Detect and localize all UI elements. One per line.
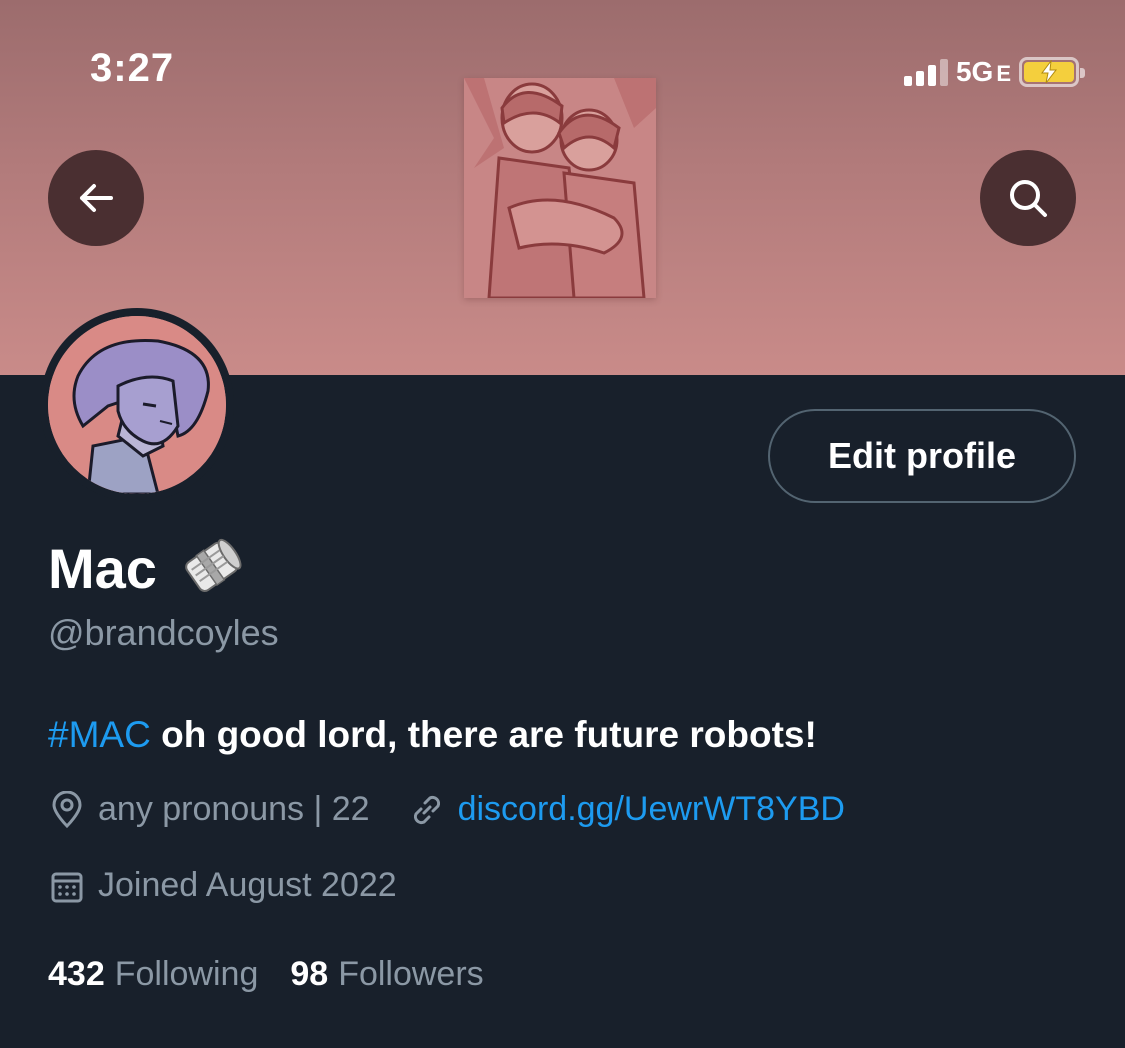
calendar-icon [51,872,83,902]
profile-handle: @brandcoyles [48,612,279,653]
cellular-signal-icon [903,58,948,86]
status-time: 3:27 [90,46,175,90]
website-link[interactable]: discord.gg/UewrWT8YBD [458,790,845,829]
bio-text: oh good lord, there are future robots! [150,714,817,755]
avatar[interactable] [40,308,234,502]
joined-text: Joined August 2022 [98,866,397,904]
display-name: Mac [48,536,157,600]
search-icon [1010,180,1047,217]
website-item[interactable]: discord.gg/UewrWT8YBD [408,790,845,829]
follow-stats: 432 Following 98 Followers [48,955,516,994]
edit-profile-button[interactable]: Edit profile [768,409,1076,503]
followers-count[interactable]: 98 [290,955,328,994]
arrow-left-icon [80,184,113,212]
status-indicators: 5G E [903,52,1085,92]
following-label[interactable]: Following [115,955,259,994]
profile-name-row: Mac [48,528,247,608]
banner-illustration-graphic [464,78,656,300]
bio-hashtag-link[interactable]: #MAC [48,714,151,755]
joined-item: Joined August 2022 [48,866,397,905]
banner-illustration [464,78,656,300]
followers-label[interactable]: Followers [338,955,483,994]
profile-bio: #MAC oh good lord, there are future robo… [48,714,817,756]
back-button[interactable] [48,150,144,246]
joined-row: Joined August 2022 [48,866,435,905]
network-type: 5G E [955,56,1011,87]
avatar-image [48,316,226,494]
location-text: any pronouns | 22 [98,790,370,828]
location-item: any pronouns | 22 [48,790,370,829]
following-count[interactable]: 432 [48,955,105,994]
rolled-newspaper-icon [175,532,247,605]
location-pin-icon [52,790,82,828]
profile-meta-row: any pronouns | 22 discord.gg/UewrWT8YBD [48,790,883,829]
link-icon [413,795,440,824]
search-button[interactable] [980,150,1076,246]
battery-charging-icon [1019,57,1085,87]
